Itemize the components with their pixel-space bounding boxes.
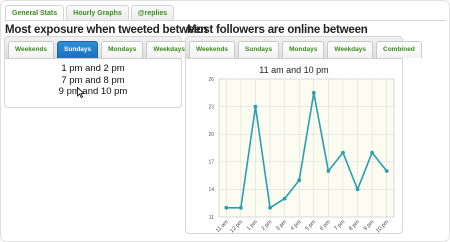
data-point xyxy=(311,90,316,95)
x-tick-label: 5 pm xyxy=(304,219,317,232)
y-tick-label: 26 xyxy=(208,77,214,83)
data-point xyxy=(282,196,287,201)
tab-general-stats[interactable]: General Stats xyxy=(5,5,65,20)
data-point xyxy=(326,169,331,173)
y-tick-label: 20 xyxy=(208,132,214,138)
data-point xyxy=(224,205,229,210)
data-point xyxy=(384,169,389,173)
followers-panel: Weekends Sundays Mondays Weekdays Combin… xyxy=(185,36,422,234)
y-tick-label: 11 xyxy=(209,215,214,221)
x-tick-label: 11 am xyxy=(215,219,230,233)
x-tick-label: 7 pm xyxy=(333,219,346,232)
exposure-heading: Most exposure when tweeted between xyxy=(5,24,208,36)
exposure-time-1: 1 pm and 2 pm xyxy=(61,63,125,74)
tab-divider xyxy=(4,20,446,21)
x-tick-label: 4 pm xyxy=(290,219,303,232)
top-tab-bar: General Stats Hourly Graphs @replies xyxy=(5,5,175,20)
exposure-time-2: 7 pm and 8 pm xyxy=(61,74,125,86)
exposure-tab-mondays[interactable]: Mondays xyxy=(101,41,144,58)
exposure-tab-bar: Weekends Sundays Mondays Weekdays xyxy=(5,37,192,59)
exposure-times: 1 pm and 2 pm 7 pm and 8 pm 9 pm and 10 … xyxy=(5,63,181,98)
data-point xyxy=(370,150,375,155)
exposure-panel: Weekends Sundays Mondays Weekdays 1 pm a… xyxy=(4,36,192,108)
x-tick-label: 1 pm xyxy=(246,219,259,232)
followers-line-chart: 11 14 17 20 23 26 11 am 12 pm 1 pm 2 pm 3 pm 4 pm 5 … xyxy=(208,77,395,233)
mouse-cursor-icon xyxy=(77,87,85,98)
exposure-time-3: 9 pm and 10 pm xyxy=(58,86,128,97)
followers-heading: Most followers are online between xyxy=(187,24,368,36)
data-point xyxy=(253,104,258,109)
data-point xyxy=(355,187,360,192)
exposure-tab-sundays[interactable]: Sundays xyxy=(57,41,99,58)
x-tick-label: 8 pm xyxy=(348,219,361,232)
x-tick-label: 6 pm xyxy=(319,219,332,232)
exposure-tab-weekends[interactable]: Weekends xyxy=(8,41,55,58)
data-point xyxy=(341,150,345,155)
data-point xyxy=(268,205,272,210)
y-tick-label: 23 xyxy=(208,104,214,110)
y-tick-label: 17 xyxy=(208,160,214,166)
data-point xyxy=(238,205,243,210)
x-tick-label: 12 pm xyxy=(229,219,244,233)
x-tick-label: 3 pm xyxy=(275,219,288,232)
y-tick-label: 14 xyxy=(208,187,214,193)
x-tick-label: 10 pm xyxy=(375,219,390,233)
x-tick-label: 2 pm xyxy=(261,219,274,232)
data-point xyxy=(297,178,302,183)
tab-hourly-graphs[interactable]: Hourly Graphs xyxy=(66,5,129,20)
plot-area xyxy=(218,78,395,218)
tab-replies[interactable]: @replies xyxy=(130,5,175,20)
